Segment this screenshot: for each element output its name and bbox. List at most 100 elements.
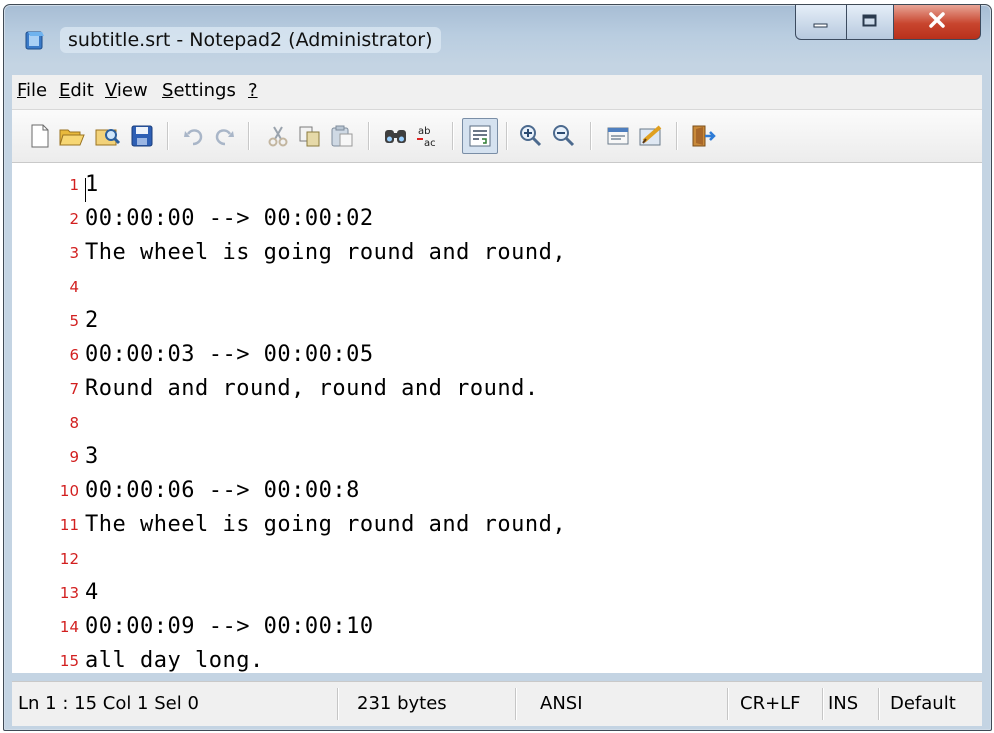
line-text[interactable]: The wheel is going round and round,: [85, 236, 566, 270]
line-text[interactable]: 00:00:06 --> 00:00:8: [85, 474, 360, 508]
status-separator: [822, 688, 824, 720]
line-text[interactable]: 00:00:03 --> 00:00:05: [85, 338, 374, 372]
line-number: 3: [69, 244, 79, 262]
toolbar-separator: [248, 122, 250, 150]
title-bar[interactable]: subtitle.srt - Notepad2 (Administrator): [4, 5, 991, 65]
line-number: 2: [69, 210, 79, 228]
menu-file[interactable]: File: [17, 80, 47, 101]
status-line-endings[interactable]: CR+LF: [740, 682, 801, 726]
line-number: 10: [59, 482, 79, 500]
toolbar-separator: [452, 122, 454, 150]
editor-line[interactable]: 3 The wheel is going round and round,: [12, 236, 982, 270]
editor-line[interactable]: 14 00:00:09 --> 00:00:10: [12, 610, 982, 644]
svg-text:ac: ac: [424, 138, 436, 149]
line-number: 5: [69, 312, 79, 330]
editor-line[interactable]: 7 Round and round, round and round.: [12, 372, 982, 406]
status-position: Ln 1 : 15 Col 1 Sel 0: [18, 693, 199, 714]
close-button[interactable]: [894, 5, 981, 40]
menu-bar: File Edit View Settings ?: [12, 75, 982, 110]
line-number: 12: [59, 550, 79, 568]
line-number: 6: [69, 346, 79, 364]
toolbar-separator: [368, 122, 370, 150]
status-scheme[interactable]: Default: [890, 682, 956, 726]
word-wrap-icon[interactable]: [462, 118, 498, 154]
svg-text:ab: ab: [418, 126, 430, 137]
editor-line[interactable]: 93: [12, 440, 982, 474]
editor-line[interactable]: 52: [12, 304, 982, 338]
editor-line[interactable]: 2 00:00:00 --> 00:00:02: [12, 202, 982, 236]
notepad2-window: subtitle.srt - Notepad2 (Administrator) …: [3, 4, 992, 731]
paste-icon[interactable]: [328, 122, 356, 150]
status-encoding[interactable]: ANSI: [540, 682, 583, 726]
editor-line[interactable]: 13 4: [12, 576, 982, 610]
line-number: 13: [59, 584, 79, 602]
window-title: subtitle.srt - Notepad2 (Administrator): [60, 27, 441, 53]
line-text[interactable]: all day long.: [85, 644, 264, 678]
undo-icon[interactable]: [180, 122, 208, 150]
line-text[interactable]: Round and round, round and round.: [85, 372, 539, 406]
line-text[interactable]: 1: [85, 168, 99, 202]
customize-schemes-icon[interactable]: [637, 122, 665, 150]
exit-icon[interactable]: [689, 122, 717, 150]
zoom-out-icon[interactable]: [550, 122, 578, 150]
menu-settings[interactable]: Settings: [162, 80, 236, 101]
line-text[interactable]: 3: [85, 440, 99, 474]
select-scheme-icon[interactable]: [604, 122, 632, 150]
line-number: 8: [69, 414, 79, 432]
line-number: 1: [69, 176, 79, 194]
line-text[interactable]: 2: [85, 304, 99, 338]
line-text[interactable]: 4: [85, 576, 99, 610]
status-separator: [727, 688, 729, 720]
status-mode[interactable]: INS: [828, 682, 858, 726]
save-icon[interactable]: [128, 122, 156, 150]
line-number: 15: [59, 652, 79, 670]
line-text[interactable]: The wheel is going round and round,: [85, 508, 566, 542]
line-number: 9: [69, 448, 79, 466]
menu-help[interactable]: ?: [248, 80, 258, 101]
editor-line[interactable]: 11 The wheel is going round and round,: [12, 508, 982, 542]
line-number: 4: [69, 278, 79, 296]
new-file-icon[interactable]: [26, 122, 54, 150]
editor-line[interactable]: 4: [12, 270, 982, 304]
notepad2-app-icon[interactable]: [24, 29, 46, 51]
status-separator: [878, 688, 880, 720]
toolbar-separator: [676, 122, 678, 150]
cut-icon[interactable]: [264, 122, 292, 150]
editor-line[interactable]: 6 00:00:03 --> 00:00:05: [12, 338, 982, 372]
line-text[interactable]: 00:00:00 --> 00:00:02: [85, 202, 374, 236]
toolbar-separator: [167, 122, 169, 150]
line-number: 11: [59, 516, 79, 534]
status-separator: [515, 688, 517, 720]
line-text[interactable]: 00:00:09 --> 00:00:10: [85, 610, 374, 644]
status-bar: Ln 1 : 15 Col 1 Sel 0 231 bytes ANSI CR+…: [12, 681, 982, 726]
toolbar-separator: [506, 122, 508, 150]
line-number: 14: [59, 618, 79, 636]
status-size: 231 bytes: [357, 693, 447, 714]
text-editor[interactable]: 1 1 2 00:00:00 --> 00:00:02 3 The wheel is go…: [12, 163, 982, 673]
toolbar: ab ac: [12, 110, 982, 163]
text-caret: [85, 178, 86, 202]
minimize-icon: [813, 13, 829, 32]
caption-buttons: [795, 5, 981, 40]
browse-icon[interactable]: [94, 122, 122, 150]
replace-icon[interactable]: ab ac: [414, 122, 442, 150]
status-separator: [337, 688, 339, 720]
menu-view[interactable]: View: [105, 80, 148, 101]
maximize-button[interactable]: [847, 5, 894, 40]
open-folder-icon[interactable]: [58, 122, 86, 150]
minimize-button[interactable]: [795, 5, 847, 40]
menu-edit[interactable]: Edit: [59, 80, 94, 101]
find-icon[interactable]: [382, 122, 410, 150]
editor-line[interactable]: 10 00:00:06 --> 00:00:8: [12, 474, 982, 508]
editor-line[interactable]: 8: [12, 406, 982, 440]
redo-icon[interactable]: [210, 122, 238, 150]
editor-line[interactable]: 11: [12, 168, 982, 202]
toolbar-separator: [590, 122, 592, 150]
maximize-icon: [862, 13, 878, 32]
zoom-in-icon[interactable]: [517, 122, 545, 150]
line-number: 7: [69, 380, 79, 398]
copy-icon[interactable]: [296, 122, 324, 150]
editor-line[interactable]: 12: [12, 542, 982, 576]
close-icon: [928, 12, 946, 32]
editor-line[interactable]: 15 all day long.: [12, 644, 982, 678]
